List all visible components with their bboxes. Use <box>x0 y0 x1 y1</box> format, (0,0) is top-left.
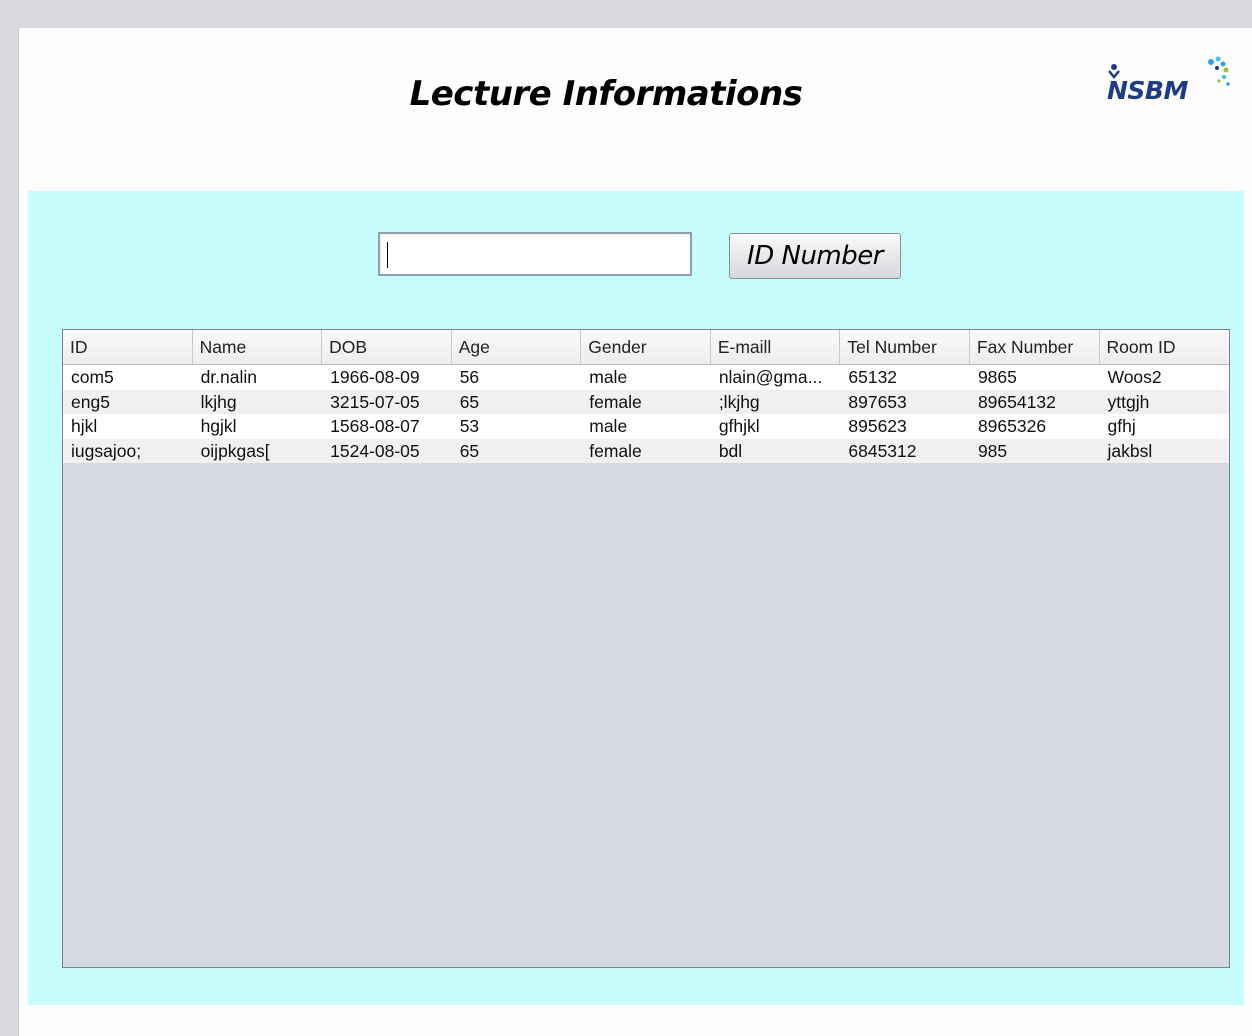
cell-email: ;lkjhg <box>718 391 760 412</box>
cell-fax-number: 8965326 <box>977 416 1047 436</box>
cell-tel-number: 65132 <box>848 367 898 387</box>
column-header-fax-number[interactable]: Fax Number <box>970 330 1100 364</box>
cell-gender: male <box>589 416 628 436</box>
cell-name: hgjkl <box>200 416 237 436</box>
cell-name: dr.nalin <box>200 367 257 387</box>
cell-id: hjkl <box>71 416 98 436</box>
table-body: com5 dr.nalin 1966-08-09 56 male nlain@g… <box>63 365 1229 463</box>
cell-name: lkjhg <box>200 391 237 412</box>
column-header-name[interactable]: Name <box>193 330 323 364</box>
cell-age: 65 <box>459 440 480 461</box>
table-header: ID Name DOB Age Gender E-maill Tel Numbe… <box>63 330 1229 365</box>
cell-fax-number: 89654132 <box>977 391 1056 412</box>
cell-gender: female <box>589 391 642 412</box>
cell-fax-number: 9865 <box>977 367 1017 387</box>
lecture-info-window: Lecture Informations NSBM ID Number ID N… <box>18 28 1252 1036</box>
cell-dob: 1568-08-07 <box>330 416 420 436</box>
table-row[interactable]: hjkl hgjkl 1568-08-07 53 male gfhjkl 895… <box>63 414 1229 439</box>
cell-id: iugsajoo; <box>71 440 142 461</box>
column-header-dob[interactable]: DOB <box>322 330 452 364</box>
cell-age: 56 <box>459 367 480 387</box>
cell-email: bdl <box>718 440 743 461</box>
cell-tel-number: 6845312 <box>848 440 917 461</box>
cell-room-id: gfhj <box>1107 416 1136 436</box>
id-number-button[interactable]: ID Number <box>729 233 901 279</box>
cell-email: gfhjkl <box>718 416 760 436</box>
cell-id: eng5 <box>71 391 110 412</box>
cell-email: nlain@gma... <box>718 367 823 387</box>
cell-room-id: jakbsl <box>1107 440 1153 461</box>
cell-dob: 1966-08-09 <box>330 367 420 387</box>
column-header-room-id[interactable]: Room ID <box>1100 330 1230 364</box>
cell-tel-number: 895623 <box>848 416 907 436</box>
cell-id: com5 <box>71 367 114 387</box>
lecturer-table[interactable]: ID Name DOB Age Gender E-maill Tel Numbe… <box>62 329 1230 968</box>
column-header-age[interactable]: Age <box>452 330 582 364</box>
cell-room-id: yttgjh <box>1107 391 1150 412</box>
cell-fax-number: 985 <box>977 440 1008 461</box>
column-header-id[interactable]: ID <box>63 330 193 364</box>
cell-dob: 1524-08-05 <box>330 440 420 461</box>
cell-gender: male <box>589 367 628 387</box>
content-panel: ID Number ID Name DOB Age Gender E-maill… <box>28 191 1244 1005</box>
cell-dob: 3215-07-05 <box>330 391 420 412</box>
column-header-email[interactable]: E-maill <box>711 330 841 364</box>
cell-room-id: Woos2 <box>1107 367 1162 387</box>
cell-name: oijpkgas[ <box>200 440 270 461</box>
table-row[interactable]: com5 dr.nalin 1966-08-09 56 male nlain@g… <box>63 365 1229 390</box>
cell-gender: female <box>589 440 642 461</box>
cell-age: 53 <box>459 416 480 436</box>
cell-age: 65 <box>459 391 480 412</box>
cell-tel-number: 897653 <box>848 391 907 412</box>
table-row[interactable]: eng5 lkjhg 3215-07-05 65 female ;lkjhg 8… <box>63 389 1229 414</box>
text-caret <box>387 242 388 268</box>
table-row[interactable]: iugsajoo; oijpkgas[ 1524-08-05 65 female… <box>63 438 1229 463</box>
logo-text: NSBM <box>1107 76 1188 105</box>
id-search-input[interactable] <box>378 232 692 276</box>
column-header-tel-number[interactable]: Tel Number <box>840 330 970 364</box>
page-title: Lecture Informations <box>409 74 803 114</box>
column-header-gender[interactable]: Gender <box>581 330 711 364</box>
nsbm-logo: NSBM <box>1105 48 1235 112</box>
